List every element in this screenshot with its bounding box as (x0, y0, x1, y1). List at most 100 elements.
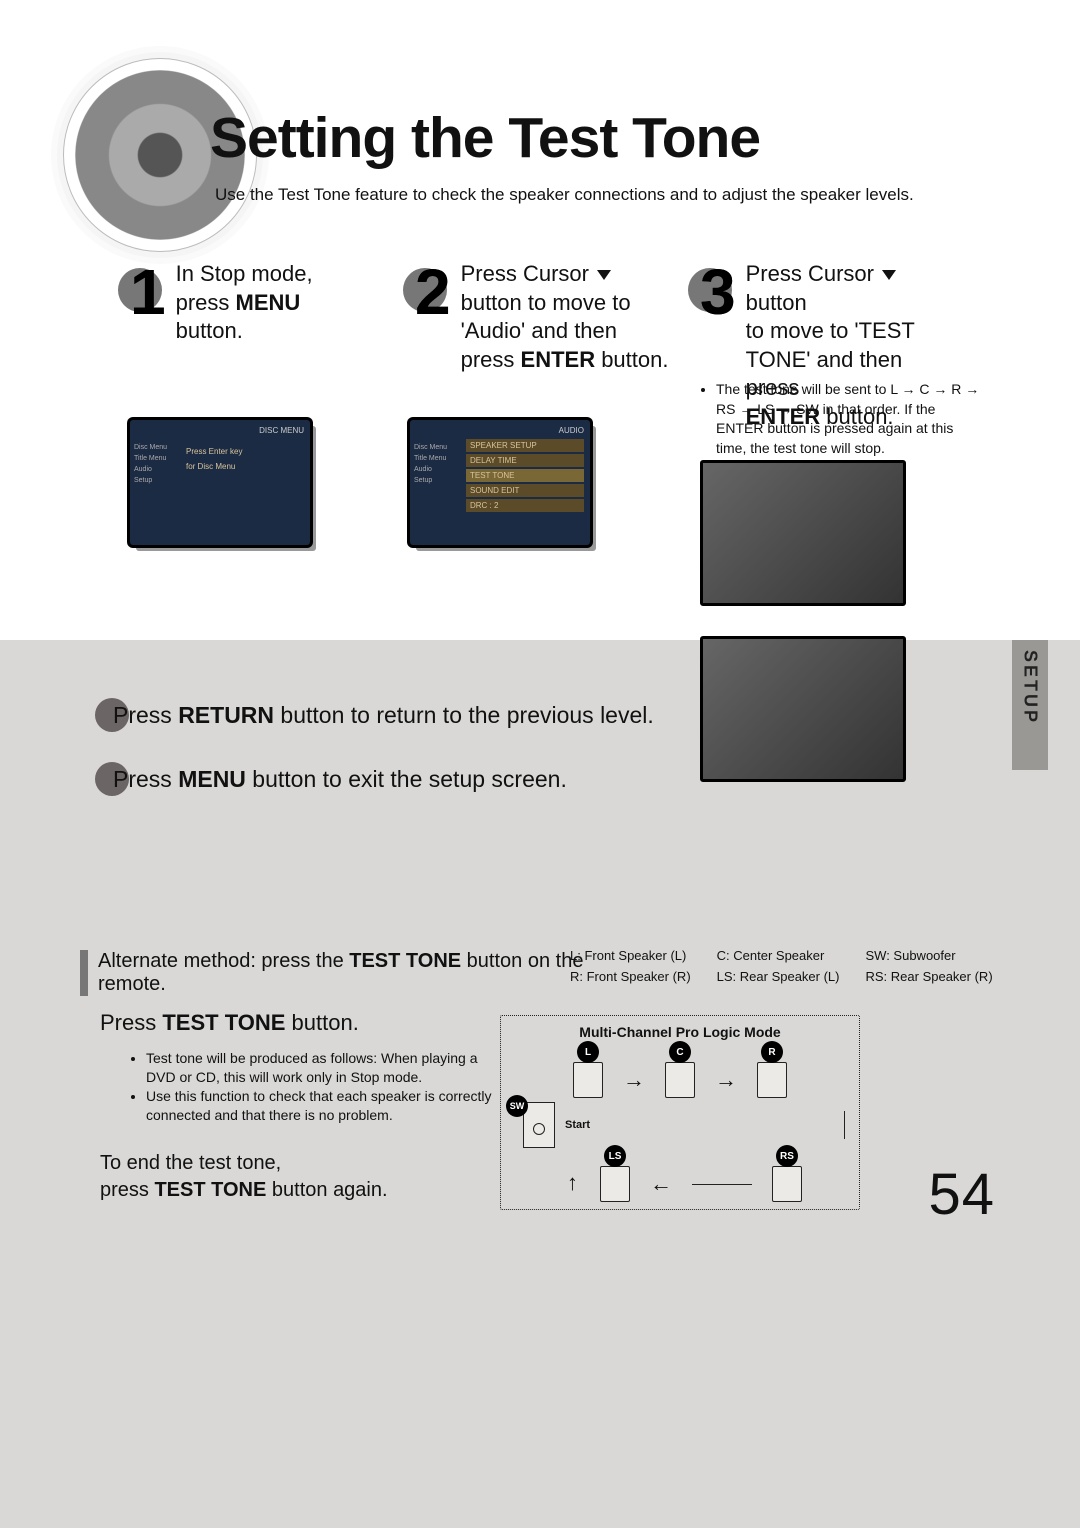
menu-b: MENU (178, 766, 246, 792)
tv1-line-0: Press Enter key (186, 447, 304, 456)
step-1-digit: 1 (130, 256, 166, 328)
step-1-line2a: press (176, 290, 236, 315)
mid-bullets: Press RETURN button to return to the pre… (95, 680, 745, 826)
legend-c: C: Center Speaker (717, 948, 840, 963)
step-3-line1a: Press Cursor (746, 261, 874, 286)
tv2-header: AUDIO (416, 426, 584, 435)
menu-instruction: Press MENU button to exit the setup scre… (95, 762, 745, 796)
tv2-item-2: TEST TONE (466, 469, 584, 482)
speaker-rs: RS (772, 1166, 802, 1202)
page-number: 54 (928, 1161, 995, 1228)
test-tone-notes: Test tone will be produced as follows: W… (130, 1045, 510, 1129)
arrow-up-icon: → (558, 1173, 580, 1195)
cursor-down-icon (882, 270, 896, 280)
cursor-down-icon (597, 270, 611, 280)
step-1-text: In Stop mode, press MENU button. (176, 260, 313, 346)
legend-rs: RS: Rear Speaker (R) (866, 969, 993, 984)
label-r: R (761, 1041, 783, 1063)
return-instruction: Press RETURN button to return to the pre… (95, 698, 745, 732)
press-test-a: Press (100, 1010, 162, 1035)
end-test-l1: To end the test tone, (100, 1152, 281, 1174)
menu-c: button to exit the setup screen. (246, 766, 567, 792)
speaker-routing-diagram: Multi-Channel Pro Logic Mode L → C → R S… (500, 1015, 860, 1210)
arrow-left-icon: ← (650, 1173, 672, 1195)
alt-method-a: Alternate method: press the (98, 950, 349, 972)
step-3-line1b: button (746, 290, 807, 315)
end-test-l2b: TEST TONE (154, 1179, 266, 1201)
menu-a: Press (113, 766, 178, 792)
step-2-line2: button to move to (461, 290, 631, 315)
tv-row: DISC MENU Disc Menu Title Menu Audio Set… (130, 420, 590, 545)
legend-r: R: Front Speaker (R) (570, 969, 691, 984)
step-2-line4b: ENTER (521, 347, 596, 372)
step-2-line3: 'Audio' and then (461, 318, 617, 343)
press-test-b: TEST TONE (162, 1010, 285, 1035)
tv2-side-1: Title Menu (414, 455, 458, 462)
step-2-line4c: button. (595, 347, 668, 372)
tv1-sidebar: Disc Menu Title Menu Audio Setup (134, 440, 178, 488)
diagram-title: Multi-Channel Pro Logic Mode (515, 1024, 845, 1040)
return-c: button to return to the previous level. (274, 702, 654, 728)
step-3-note: The test tone will be sent to L → C → R … (700, 380, 980, 458)
speaker-c: C (665, 1062, 695, 1098)
step-2-line4a: press (461, 347, 521, 372)
section-tab: SETUP (1012, 640, 1048, 770)
tv2-sidebar: Disc Menu Title Menu Audio Setup (414, 440, 458, 488)
arrow-down-icon (844, 1111, 845, 1139)
step-2: 2 Press Cursor button to move to 'Audio'… (415, 260, 670, 432)
step-2-digit: 2 (415, 256, 451, 328)
legend-l: L: Front Speaker (L) (570, 948, 691, 963)
label-ls: LS (604, 1145, 626, 1167)
return-a: Press (113, 702, 178, 728)
label-c: C (669, 1041, 691, 1063)
page-title: Setting the Test Tone (210, 105, 760, 171)
tv1-side-2: Audio (134, 466, 178, 473)
step-1-line2b: MENU (236, 290, 301, 315)
step-3-line2: to move to 'TEST (746, 318, 915, 343)
speaker-sw: SW (523, 1102, 555, 1148)
tv1-side-3: Setup (134, 477, 178, 484)
tv1-side-1: Title Menu (134, 455, 178, 462)
alt-method-b: TEST TONE (349, 950, 461, 972)
step-3-number: 3 (700, 260, 740, 324)
arrow-right-icon: → (623, 1069, 645, 1091)
arrow-right-icon: → (715, 1069, 737, 1091)
return-b: RETURN (178, 702, 274, 728)
step-1: 1 In Stop mode, press MENU button. (130, 260, 385, 432)
manual-page: Setting the Test Tone Use the Test Tone … (0, 0, 1080, 1528)
tv2-item-3: SOUND EDIT (466, 484, 584, 497)
end-test-l2c: button again. (266, 1179, 387, 1201)
test-bullet-0: Test tone will be produced as follows: W… (146, 1049, 510, 1087)
legend-sw: SW: Subwoofer (866, 948, 993, 963)
tv1-line-1: for Disc Menu (186, 462, 304, 471)
label-rs: RS (776, 1145, 798, 1167)
tv2-side-3: Setup (414, 477, 458, 484)
press-test-tone: Press TEST TONE button. (100, 1010, 359, 1036)
step-3-note-text: The test tone will be sent to L → C → R … (716, 380, 980, 458)
page-subtitle: Use the Test Tone feature to check the s… (215, 185, 914, 205)
step-2-line1: Press Cursor (461, 261, 589, 286)
speaker-r: R (757, 1062, 787, 1098)
tv-screenshot-2: AUDIO Disc Menu Title Menu Audio Setup S… (410, 420, 590, 545)
step-1-line1: In Stop mode, (176, 261, 313, 286)
tv2-menu: SPEAKER SETUP DELAY TIME TEST TONE SOUND… (466, 439, 584, 512)
step-2-text: Press Cursor button to move to 'Audio' a… (461, 260, 669, 374)
speaker-l: L (573, 1062, 603, 1098)
test-bullet-1: Use this function to check that each spe… (146, 1087, 510, 1125)
step-3-digit: 3 (700, 256, 736, 328)
label-l: L (577, 1041, 599, 1063)
speaker-legend: L: Front Speaker (L) C: Center Speaker S… (570, 948, 993, 984)
press-test-c: button. (285, 1010, 358, 1035)
tv1-header: DISC MENU (136, 426, 304, 435)
speaker-ls: LS (600, 1166, 630, 1202)
tv2-item-4: DRC : 2 (466, 499, 584, 512)
legend-ls: LS: Rear Speaker (L) (717, 969, 840, 984)
tv1-side-0: Disc Menu (134, 444, 178, 451)
tv1-content: Press Enter key for Disc Menu (186, 447, 304, 471)
sample-image-cheetah (700, 460, 906, 606)
tv2-item-1: DELAY TIME (466, 454, 584, 467)
end-test-tone: To end the test tone, press TEST TONE bu… (100, 1150, 388, 1204)
start-label: Start (565, 1119, 590, 1131)
step-1-number: 1 (130, 260, 170, 324)
alternate-method: Alternate method: press the TEST TONE bu… (80, 950, 628, 996)
